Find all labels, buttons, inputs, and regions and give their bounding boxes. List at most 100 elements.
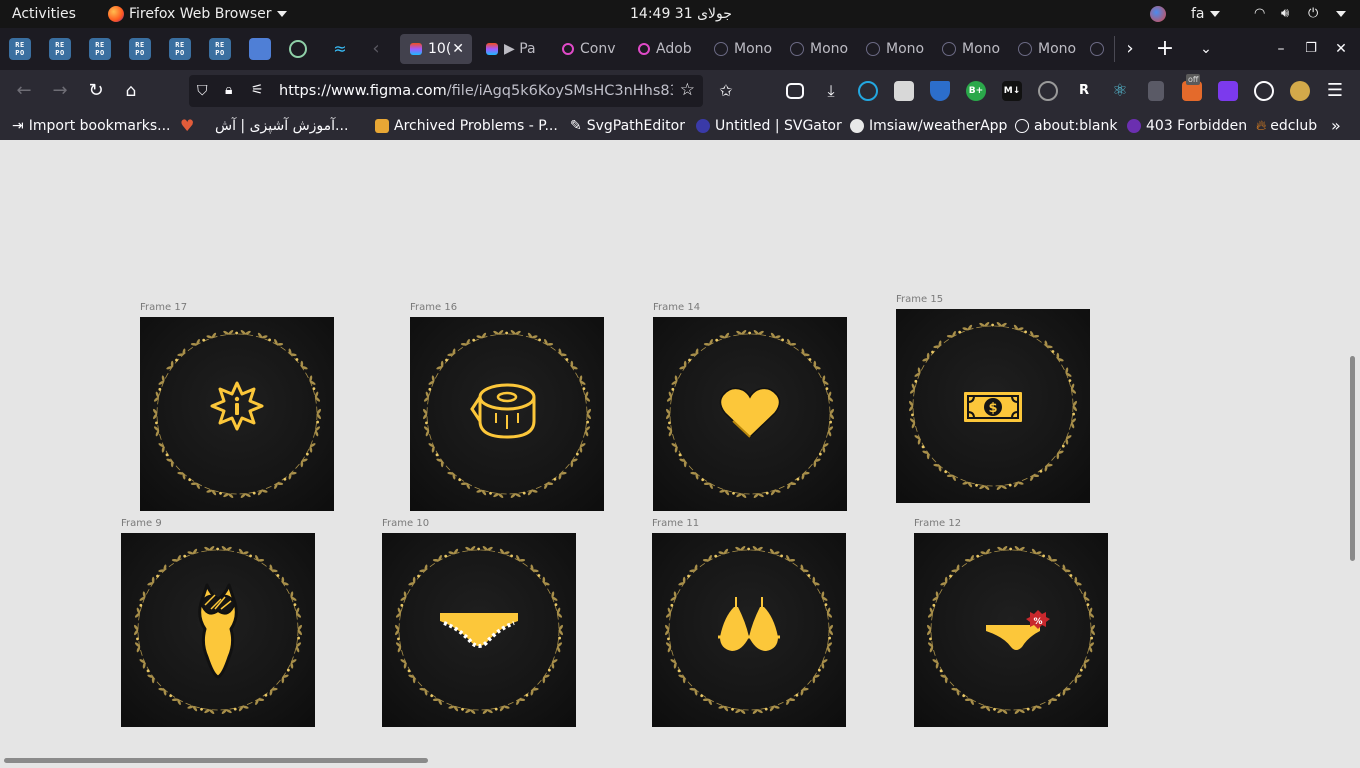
frame-label[interactable]: Frame 12 [914, 518, 961, 529]
chrome-indicator-icon[interactable] [1150, 6, 1166, 22]
frame-label[interactable]: Frame 11 [652, 518, 699, 529]
bookmark-403[interactable]: 403 Forbidden [1127, 112, 1247, 140]
frame-15[interactable]: $ [896, 309, 1090, 503]
app-menu[interactable]: Firefox Web Browser [108, 0, 287, 28]
tab-8[interactable]: Mono [934, 34, 1006, 64]
frame-label[interactable]: Frame 9 [121, 518, 162, 529]
pinned-tab-repo-icon[interactable]: RE PO [169, 38, 191, 60]
figma-canvas[interactable]: Frame 17 Frame 16 Frame 14 Frame 15 $ Fr… [0, 140, 1360, 768]
bookmark-weatherapp[interactable]: Imsiaw/weatherApp [850, 112, 1007, 140]
close-tab-icon[interactable]: ✕ [452, 34, 464, 64]
tab-7[interactable]: Mono [858, 34, 930, 64]
extension-icon[interactable]: B+ [966, 81, 986, 101]
chevron-down-icon[interactable] [1336, 11, 1346, 17]
bookmark-label: Untitled | SVGator [715, 118, 842, 134]
frame-14[interactable] [653, 317, 847, 511]
vertical-scrollbar[interactable] [1350, 356, 1355, 561]
tab-2[interactable]: ▶ Pa [478, 34, 544, 64]
horizontal-scrollbar[interactable] [4, 758, 428, 763]
tab-figma-active[interactable]: 10(✕ [400, 34, 472, 64]
site-icon [1127, 119, 1141, 133]
extension-icon[interactable] [858, 81, 878, 101]
volume-icon[interactable]: 🔊︎ [1281, 0, 1289, 28]
bookmark-edclub[interactable]: 🔥︎ edclub [1256, 112, 1317, 140]
wreath-ornament [665, 546, 833, 714]
scroll-tabs-right-icon[interactable]: › [1115, 34, 1145, 64]
bookmark-import[interactable]: ⇥ Import bookmarks... [12, 112, 171, 140]
pinned-tab-cypress-icon[interactable] [289, 40, 307, 58]
reload-icon[interactable]: ↻ [81, 76, 111, 106]
frame-9[interactable] [121, 533, 315, 727]
bookmark-project-euler[interactable]: Archived Problems - P... [375, 112, 558, 140]
downloads-icon[interactable]: ⤓ [816, 76, 846, 106]
vpn-shield-icon[interactable] [930, 81, 950, 101]
power-icon[interactable]: ⏻ [1308, 0, 1318, 28]
pinned-tab-repo-icon[interactable]: RE PO [49, 38, 71, 60]
bookmark-star-icon[interactable]: ☆ [680, 80, 695, 100]
heart-bookmark-icon[interactable]: ♥ [180, 112, 194, 140]
language-indicator[interactable]: fa [1191, 0, 1220, 28]
activities-button[interactable]: Activities [12, 0, 76, 28]
tab-10[interactable] [1084, 34, 1112, 64]
frame-label[interactable]: Frame 17 [140, 302, 187, 313]
tab-5[interactable]: Mono [706, 34, 778, 64]
frame-label[interactable]: Frame 16 [410, 302, 457, 313]
extension-icon[interactable] [894, 81, 914, 101]
tab-3[interactable]: Conv [554, 34, 620, 64]
frame-17[interactable] [140, 317, 334, 511]
frame-label[interactable]: Frame 10 [382, 518, 429, 529]
new-tab-button[interactable]: + [1150, 34, 1180, 64]
tab-label: 10( [428, 41, 452, 57]
react-devtools-icon[interactable]: ⚛ [1110, 81, 1130, 101]
pinned-tab-repo-icon[interactable]: RE PO [129, 38, 151, 60]
project-euler-icon [375, 119, 389, 133]
clock[interactable]: 14:49 جولای 31 [630, 0, 732, 28]
more-bookmarks-icon[interactable]: » [1331, 112, 1341, 140]
bookmark-svgpatheditor[interactable]: ✎ SvgPathEditor [570, 112, 685, 140]
pinned-tab-tailwind-icon[interactable]: ≈ [329, 38, 351, 60]
extension-icon[interactable] [1218, 81, 1238, 101]
extension-icon[interactable] [1038, 81, 1058, 101]
forward-icon[interactable]: → [45, 76, 75, 106]
tab-label: Mono [734, 41, 773, 57]
tracking-shield-icon[interactable]: ⛉ [197, 83, 208, 99]
scroll-tabs-left-icon[interactable]: ‹ [361, 34, 391, 64]
extension-icon[interactable]: R [1074, 81, 1094, 101]
bookmark-cooking[interactable]: آموزش آشپزی | آش... [215, 112, 348, 140]
extension-icon[interactable] [1290, 81, 1310, 101]
maximize-window-icon[interactable]: ❐ [1296, 34, 1326, 64]
minimize-window-icon[interactable]: – [1266, 34, 1296, 64]
home-icon[interactable]: ⌂ [116, 76, 146, 106]
tab-6[interactable]: Mono [782, 34, 854, 64]
extension-off-icon[interactable]: off [1182, 74, 1202, 101]
markdown-icon[interactable]: M↓ [1002, 81, 1022, 101]
frame-label[interactable]: Frame 14 [653, 302, 700, 313]
pinned-tab-repo-icon[interactable]: RE PO [9, 38, 31, 60]
hamburger-menu-icon[interactable]: ☰ [1320, 76, 1350, 106]
extension-icon[interactable] [1148, 81, 1164, 101]
url-text[interactable]: https://www.figma.com/file/iAgq5k6KoySMs… [279, 75, 673, 107]
pocket-icon[interactable] [786, 83, 804, 99]
pinned-tab-repo-icon[interactable]: RE PO [89, 38, 111, 60]
permissions-icon[interactable]: ⚟ [251, 82, 264, 98]
color-picker-icon[interactable] [1254, 81, 1274, 101]
frame-label[interactable]: Frame 15 [896, 294, 943, 305]
tab-9[interactable]: Mono [1010, 34, 1076, 64]
pinned-tab-repo-icon[interactable]: RE PO [209, 38, 231, 60]
url-bar[interactable]: ⛉ 🔒︎ ⚟ https://www.figma.com/file/iAgq5k… [189, 75, 703, 107]
frame-12[interactable]: % [914, 533, 1108, 727]
frame-10[interactable] [382, 533, 576, 727]
frame-16[interactable] [410, 317, 604, 511]
frame-11[interactable] [652, 533, 846, 727]
tab-4[interactable]: Adob [630, 34, 696, 64]
list-all-tabs-icon[interactable]: ⌄ [1191, 34, 1221, 64]
wifi-icon[interactable]: ◠ [1254, 0, 1265, 28]
pinned-tab-translate-icon[interactable] [249, 38, 271, 60]
bookmarks-manager-icon[interactable]: ✩ [711, 76, 741, 106]
lock-icon[interactable]: 🔒︎ [225, 82, 232, 98]
back-icon[interactable]: ← [9, 76, 39, 106]
info-badge-icon [153, 330, 321, 498]
close-window-icon[interactable]: ✕ [1326, 34, 1356, 64]
bookmark-about-blank[interactable]: about:blank [1015, 112, 1117, 140]
bookmark-svgator[interactable]: Untitled | SVGator [696, 112, 842, 140]
